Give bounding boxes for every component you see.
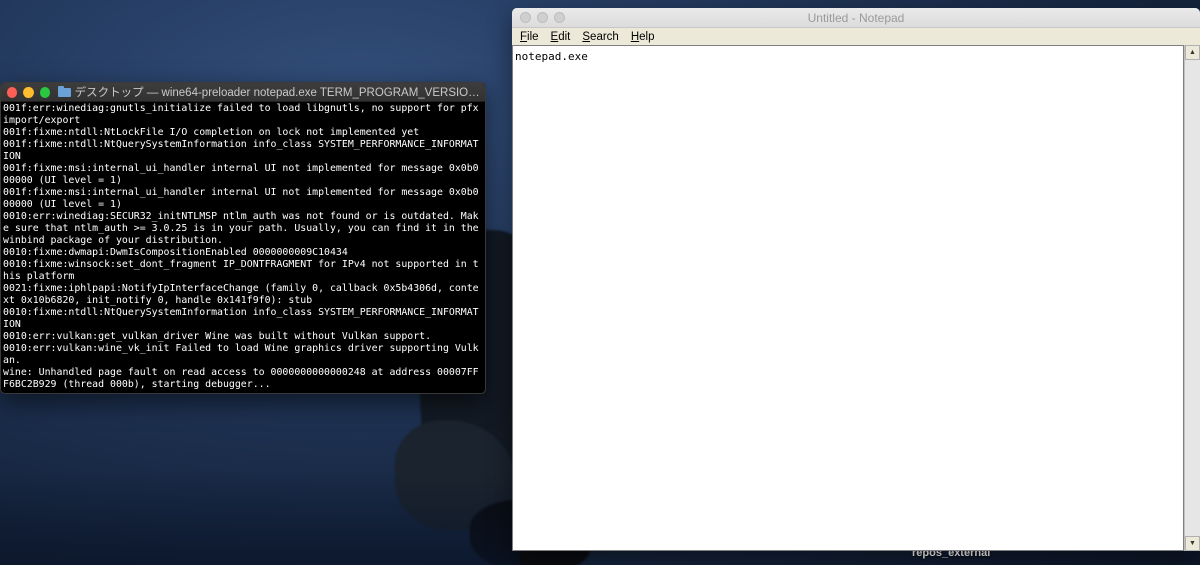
terminal-line: 0010:fixme:dwmapi:DwmIsCompositionEnable… — [3, 247, 348, 258]
close-icon[interactable] — [7, 86, 18, 98]
notepad-window[interactable]: Untitled - Notepad File Edit Search Help no… — [512, 8, 1200, 551]
scroll-down-icon[interactable]: ▼ — [1185, 536, 1200, 551]
vertical-scrollbar[interactable]: ▲ ▼ — [1184, 45, 1200, 551]
minimize-icon[interactable] — [23, 86, 34, 98]
wallpaper-water — [0, 470, 520, 565]
notepad-titlebar[interactable]: Untitled - Notepad — [512, 8, 1200, 28]
terminal-line: wine: Unhandled page fault on read acces… — [3, 367, 479, 390]
folder-icon — [58, 85, 71, 97]
menu-search[interactable]: Search — [576, 31, 624, 43]
terminal-titlebar[interactable]: デスクトップ — wine64-preloader notepad.exe TE… — [1, 83, 485, 102]
terminal-line: 0010:err:winediag:SECUR32_initNTLMSP ntl… — [3, 211, 485, 246]
terminal-line: 001f:fixme:msi:internal_ui_handler inter… — [3, 187, 479, 210]
zoom-icon[interactable] — [39, 86, 51, 98]
terminal-line: 001f:fixme:ntdll:NtLockFile I/O completi… — [3, 127, 420, 138]
menu-file[interactable]: File — [514, 31, 545, 43]
scroll-up-icon[interactable]: ▲ — [1185, 45, 1200, 60]
menu-edit[interactable]: Edit — [545, 31, 577, 43]
terminal-line: 0021:fixme:iphlpapi:NotifyIpInterfaceCha… — [3, 283, 479, 306]
terminal-line: 001f:err:winediag:gnutls_initialize fail… — [3, 103, 485, 126]
terminal-output[interactable]: 001f:err:winediag:gnutls_initialize fail… — [1, 102, 485, 392]
terminal-window[interactable]: デスクトップ — wine64-preloader notepad.exe TE… — [0, 82, 486, 394]
terminal-line: 0010:fixme:winsock:set_dont_fragment IP_… — [3, 259, 479, 282]
terminal-line: 0010:fixme:ntdll:NtQuerySystemInformatio… — [3, 307, 479, 330]
terminal-line: 001f:fixme:ntdll:NtQuerySystemInformatio… — [3, 139, 479, 162]
terminal-line: 0010:err:vulkan:get_vulkan_driver Wine w… — [3, 331, 432, 342]
terminal-line: 001f:fixme:msi:internal_ui_handler inter… — [3, 163, 479, 186]
notepad-text-area[interactable]: notepad.exe — [512, 45, 1184, 551]
menu-help[interactable]: Help — [625, 31, 661, 43]
notepad-content[interactable]: notepad.exe — [513, 46, 1183, 67]
terminal-line: 0010:err:vulkan:wine_vk_init Failed to l… — [3, 343, 479, 366]
terminal-title: デスクトップ — wine64-preloader notepad.exe TE… — [74, 87, 486, 99]
notepad-title: Untitled - Notepad — [807, 10, 905, 25]
